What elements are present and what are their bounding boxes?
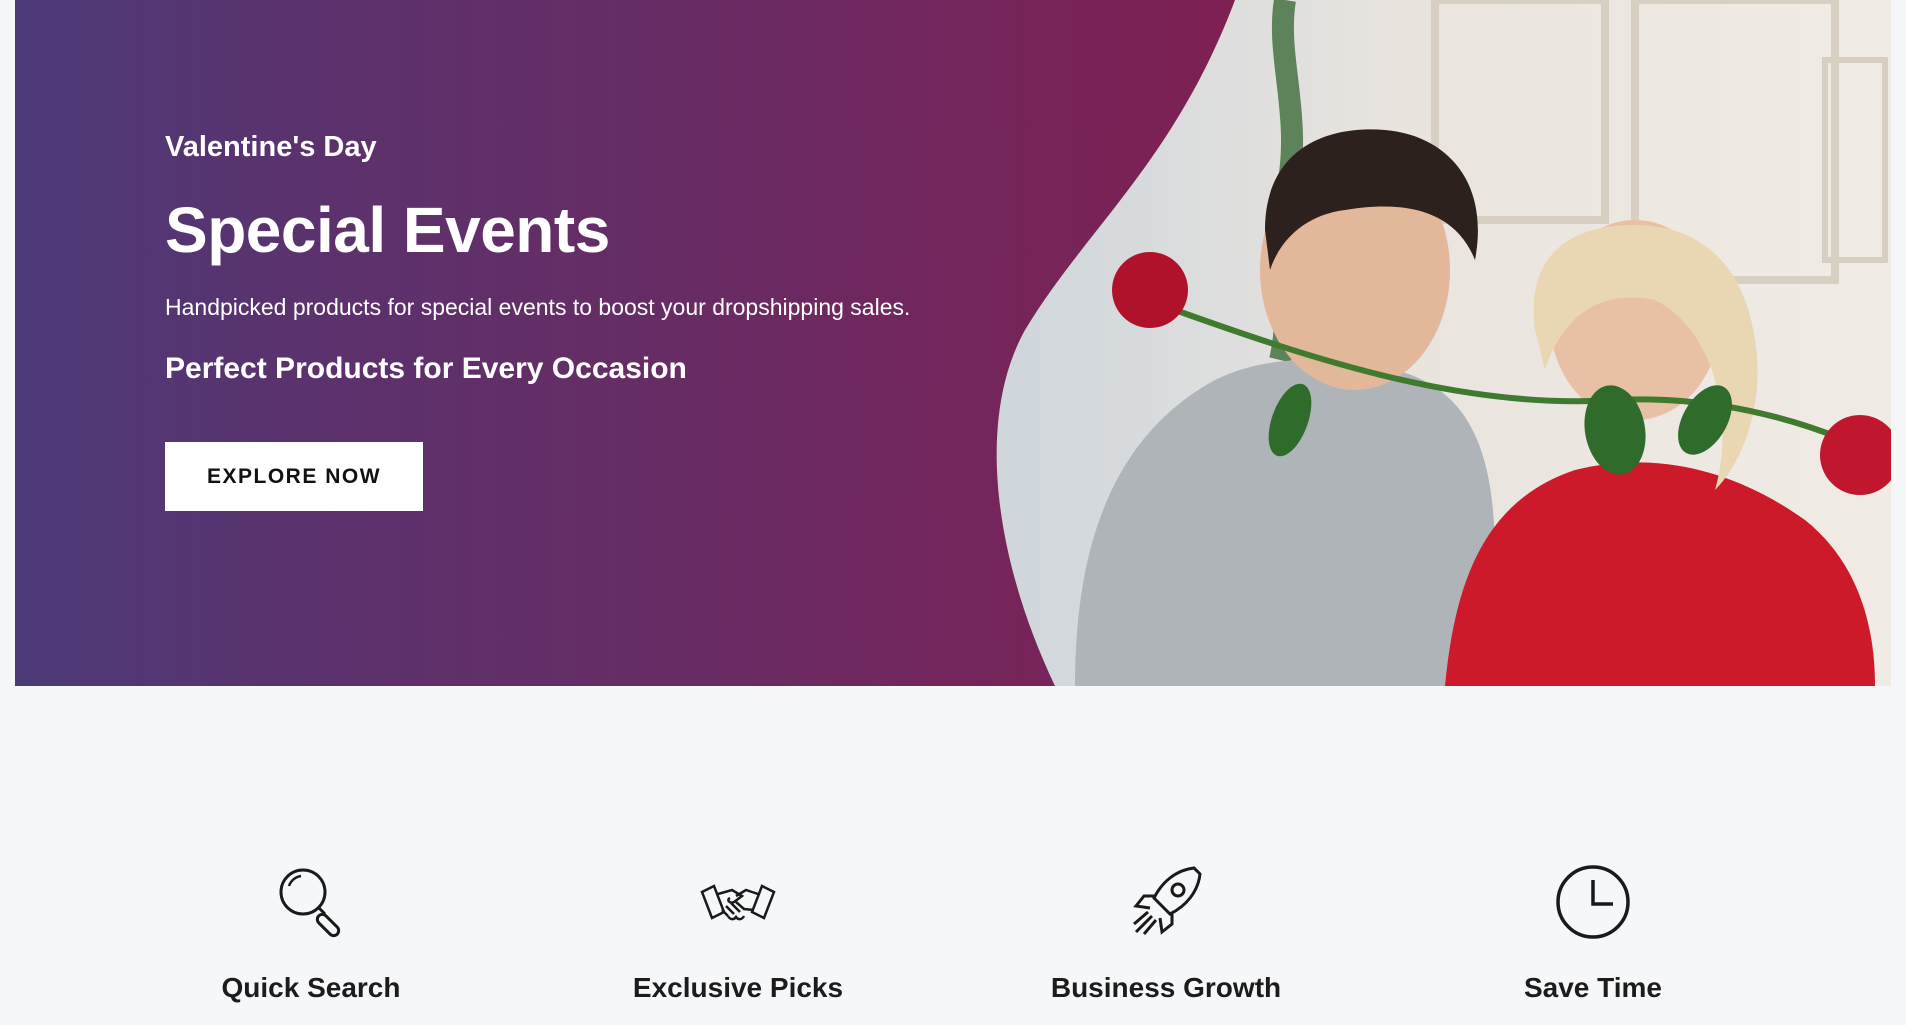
hero-title: Special Events <box>165 193 610 266</box>
features-section: Quick Search Exclusive Picks Business Gr… <box>0 686 1906 1025</box>
feature-save-time: Save Time <box>1423 862 1763 1004</box>
handshake-icon <box>700 884 776 921</box>
rocket-icon <box>1133 866 1202 935</box>
hero-content: Valentine's Day Special Events Handpicke… <box>165 130 1065 512</box>
feature-quick-search: Quick Search <box>141 862 481 1004</box>
feature-label: Business Growth <box>1050 972 1282 1003</box>
hero-description: Handpicked products for special events t… <box>165 294 911 321</box>
feature-label: Exclusive Picks <box>632 972 844 1003</box>
hero-subheading: Perfect Products for Every Occasion <box>165 352 687 386</box>
feature-business-growth: Business Growth <box>996 862 1336 1004</box>
feature-exclusive-picks: Exclusive Picks <box>568 862 908 1004</box>
search-icon <box>279 868 341 938</box>
feature-label: Quick Search <box>221 972 401 1003</box>
explore-now-button[interactable]: EXPLORE NOW <box>165 442 424 512</box>
page: Valentine's Day Special Events Handpicke… <box>0 0 1906 1025</box>
feature-label: Save Time <box>1523 972 1663 1003</box>
clock-icon <box>1556 865 1630 939</box>
hero-banner: Valentine's Day Special Events Handpicke… <box>15 0 1891 686</box>
hero-eyebrow: Valentine's Day <box>165 131 377 163</box>
